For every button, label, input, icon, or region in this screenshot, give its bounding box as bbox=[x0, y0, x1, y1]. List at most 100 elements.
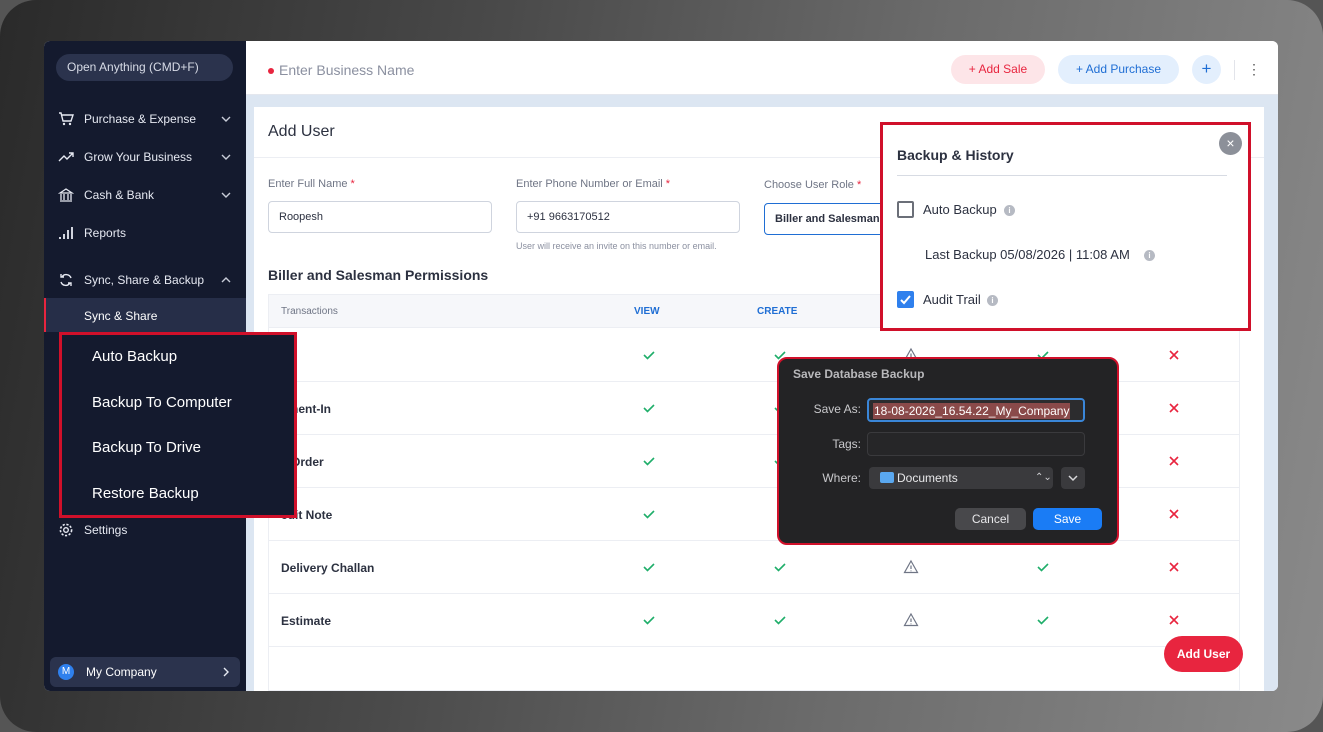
chevron-right-icon bbox=[223, 667, 229, 677]
menu-item-restore-backup[interactable]: Restore Backup bbox=[92, 485, 199, 502]
check-icon[interactable] bbox=[641, 559, 657, 575]
cross-icon[interactable] bbox=[1166, 347, 1182, 363]
chevron-down-icon bbox=[1068, 475, 1078, 482]
user-role-select[interactable]: Biller and Salesman bbox=[764, 203, 884, 235]
company-switcher[interactable]: M My Company bbox=[50, 657, 240, 687]
permissions-title: Biller and Salesman Permissions bbox=[268, 267, 489, 283]
cross-icon[interactable] bbox=[1166, 506, 1182, 522]
cancel-button[interactable]: Cancel bbox=[955, 508, 1026, 530]
open-anything-search[interactable]: Open Anything (CMD+F) bbox=[56, 54, 233, 81]
chevron-up-icon bbox=[221, 277, 231, 283]
backup-history-panel: Backup & History × Auto Backup i Last Ba… bbox=[880, 122, 1251, 331]
filename-text: 18-08-2026_16.54.22_My_Company bbox=[873, 403, 1071, 419]
sidebar-subitem-sync-share[interactable]: Sync & Share bbox=[44, 298, 246, 332]
check-icon[interactable] bbox=[641, 612, 657, 628]
info-icon[interactable]: i bbox=[1004, 205, 1015, 216]
chevron-down-icon bbox=[221, 154, 231, 160]
check-icon[interactable] bbox=[772, 559, 788, 575]
warning-icon[interactable] bbox=[903, 559, 919, 575]
cross-icon[interactable] bbox=[1166, 612, 1182, 628]
row-name: Estimate bbox=[281, 614, 332, 628]
where-select[interactable]: Documents ⌃⌄ bbox=[869, 467, 1053, 489]
auto-backup-checkbox[interactable] bbox=[897, 201, 914, 218]
folder-icon bbox=[880, 472, 894, 483]
check-icon[interactable] bbox=[641, 453, 657, 469]
info-icon[interactable]: i bbox=[987, 295, 998, 306]
avatar: M bbox=[58, 664, 74, 680]
user-role-label: Choose User Role * bbox=[764, 179, 861, 191]
audit-trail-checkbox[interactable] bbox=[897, 291, 914, 308]
column-header-create[interactable]: CREATE bbox=[757, 306, 797, 317]
expand-dialog-button[interactable] bbox=[1061, 467, 1085, 489]
close-icon[interactable]: × bbox=[1219, 132, 1242, 155]
cart-icon bbox=[59, 112, 74, 126]
menu-item-backup-to-computer[interactable]: Backup To Computer bbox=[92, 394, 232, 411]
audit-trail-label: Audit Trail bbox=[923, 292, 981, 307]
phone-email-input[interactable]: +91 9663170512 bbox=[516, 201, 740, 233]
page-title: Add User bbox=[268, 123, 335, 140]
column-header-view[interactable]: VIEW bbox=[634, 306, 660, 317]
check-icon[interactable] bbox=[772, 612, 788, 628]
dialog-title: Save Database Backup bbox=[793, 367, 925, 381]
gear-icon bbox=[59, 523, 73, 537]
phone-hint: User will receive an invite on this numb… bbox=[516, 241, 717, 251]
updown-chevron-icon: ⌃⌄ bbox=[1035, 472, 1052, 483]
table-row: Estimate bbox=[269, 594, 1239, 647]
cross-icon[interactable] bbox=[1166, 559, 1182, 575]
required-star: * bbox=[665, 178, 671, 190]
chevron-down-icon bbox=[221, 192, 231, 198]
divider bbox=[1234, 60, 1235, 80]
cross-icon[interactable] bbox=[1166, 400, 1182, 416]
check-icon bbox=[900, 295, 911, 305]
sidebar-item-label: Sync, Share & Backup bbox=[84, 273, 205, 287]
column-header-transactions: Transactions bbox=[281, 306, 338, 317]
check-icon[interactable] bbox=[641, 347, 657, 363]
bank-icon bbox=[58, 188, 74, 202]
save-button[interactable]: Save bbox=[1033, 508, 1102, 530]
where-label: Where: bbox=[822, 471, 861, 485]
add-sale-button[interactable]: + Add Sale bbox=[951, 55, 1045, 84]
label-text: Enter Full Name bbox=[268, 178, 348, 190]
sidebar-item-purchase-expense[interactable]: Purchase & Expense bbox=[44, 105, 246, 133]
info-icon[interactable]: i bbox=[1144, 250, 1155, 261]
full-name-label: Enter Full Name * bbox=[268, 178, 355, 190]
phone-label: Enter Phone Number or Email * bbox=[516, 178, 670, 190]
cross-icon[interactable] bbox=[1166, 453, 1182, 469]
save-backup-dialog: Save Database Backup Save As: 18-08-2026… bbox=[777, 357, 1119, 545]
row-name: Delivery Challan bbox=[281, 561, 375, 575]
last-backup-text: Last Backup 05/08/2026 | 11:08 AM bbox=[925, 247, 1130, 262]
save-as-input[interactable]: 18-08-2026_16.54.22_My_Company bbox=[867, 398, 1085, 422]
check-icon[interactable] bbox=[1035, 612, 1051, 628]
warning-icon[interactable] bbox=[903, 612, 919, 628]
bar-chart-icon bbox=[59, 227, 73, 239]
business-name-input[interactable]: Enter Business Name bbox=[279, 62, 414, 78]
trend-up-icon bbox=[58, 152, 74, 162]
menu-item-auto-backup[interactable]: Auto Backup bbox=[92, 348, 177, 365]
full-name-input[interactable]: Roopesh bbox=[268, 201, 492, 233]
table-row: Delivery Challan bbox=[269, 541, 1239, 594]
menu-item-backup-to-drive[interactable]: Backup To Drive bbox=[92, 439, 201, 456]
label-text: Choose User Role bbox=[764, 179, 854, 191]
company-name: My Company bbox=[86, 665, 157, 679]
sidebar-item-label: Settings bbox=[84, 523, 128, 537]
check-icon[interactable] bbox=[641, 506, 657, 522]
sidebar-item-cash-bank[interactable]: Cash & Bank bbox=[44, 181, 246, 209]
add-more-button[interactable]: + bbox=[1192, 55, 1221, 84]
backup-menu: Auto Backup Backup To Computer Backup To… bbox=[59, 332, 297, 518]
sidebar-item-label: Grow Your Business bbox=[84, 150, 193, 164]
sidebar-item-reports[interactable]: Reports bbox=[44, 219, 246, 247]
where-value: Documents bbox=[897, 471, 958, 485]
sidebar-item-label: Cash & Bank bbox=[84, 188, 155, 202]
required-star: * bbox=[856, 179, 862, 191]
sidebar-item-settings[interactable]: Settings bbox=[44, 516, 246, 544]
add-purchase-button[interactable]: + Add Purchase bbox=[1058, 55, 1179, 84]
check-icon[interactable] bbox=[1035, 559, 1051, 575]
sidebar-item-label: Purchase & Expense bbox=[84, 112, 197, 126]
sidebar-item-grow-business[interactable]: Grow Your Business bbox=[44, 143, 246, 171]
tags-input[interactable] bbox=[867, 432, 1085, 456]
add-user-button[interactable]: Add User bbox=[1164, 636, 1243, 672]
more-options-icon[interactable]: ⋮ bbox=[1247, 59, 1261, 79]
auto-backup-label: Auto Backup bbox=[923, 202, 997, 217]
sidebar-item-sync-share-backup[interactable]: Sync, Share & Backup bbox=[44, 266, 246, 294]
check-icon[interactable] bbox=[641, 400, 657, 416]
